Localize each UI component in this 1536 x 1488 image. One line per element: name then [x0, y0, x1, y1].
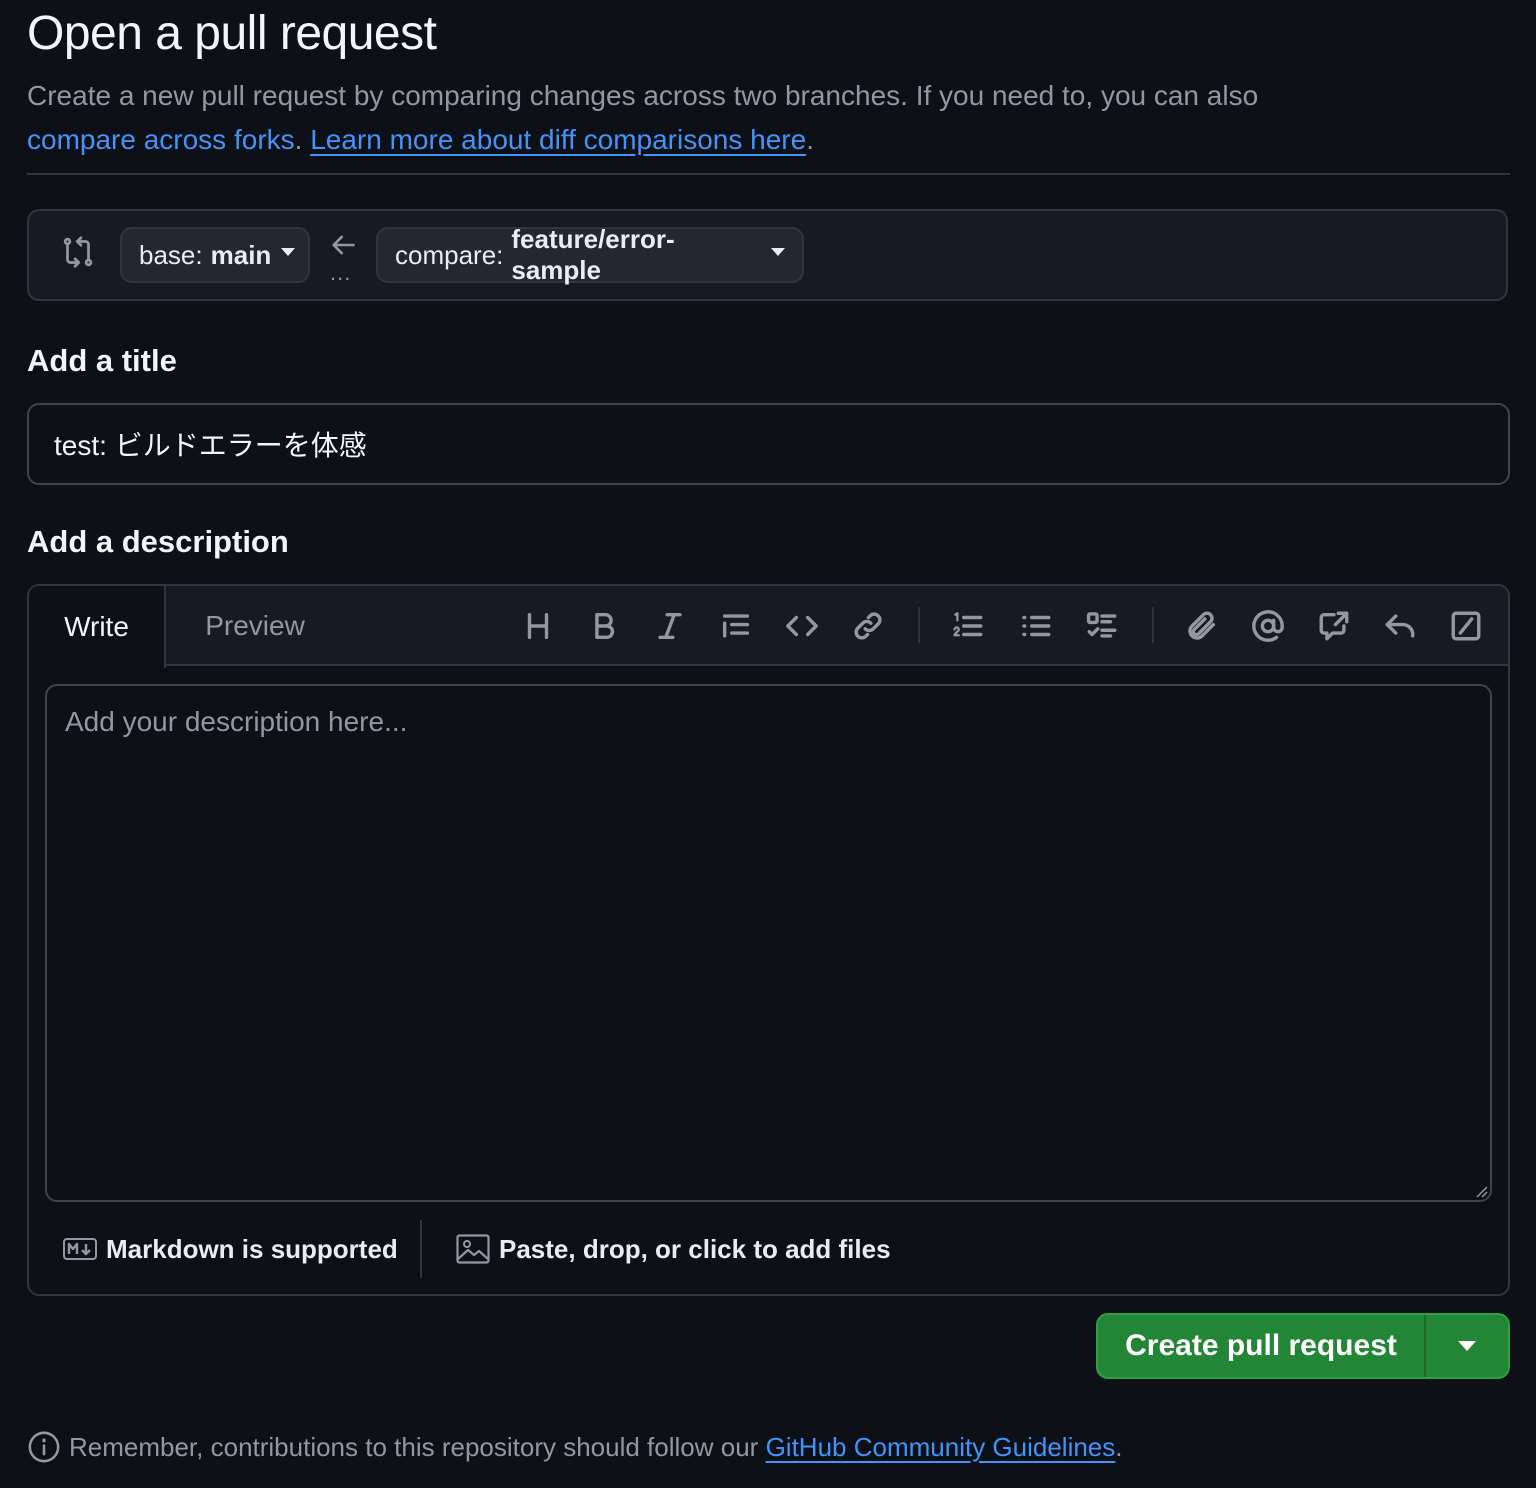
base-prefix: base:: [139, 239, 203, 270]
base-branch-select[interactable]: base: main: [120, 227, 310, 283]
resize-handle-icon[interactable]: [1474, 1184, 1488, 1198]
range-dots: ...: [330, 260, 352, 285]
heading-icon[interactable]: [514, 602, 562, 650]
ordered-list-icon[interactable]: [944, 602, 992, 650]
tab-write[interactable]: Write: [29, 586, 166, 668]
compare-forks-link[interactable]: compare across forks: [27, 124, 295, 155]
bold-icon[interactable]: [580, 602, 628, 650]
add-files-button[interactable]: Paste, drop, or click to add files: [456, 1230, 891, 1268]
compare-branch-select[interactable]: compare: feature/error-sample: [376, 224, 804, 285]
code-icon[interactable]: [778, 602, 826, 650]
header-divider: [27, 173, 1510, 175]
git-compare-icon[interactable]: [60, 234, 96, 270]
italic-icon[interactable]: [646, 602, 694, 650]
markdown-icon: [63, 1238, 97, 1260]
toolbar-divider: [918, 607, 920, 643]
info-icon: [28, 1431, 60, 1463]
task-list-icon[interactable]: [1078, 602, 1126, 650]
link-icon[interactable]: [844, 602, 892, 650]
tab-preview[interactable]: Preview: [170, 586, 340, 666]
mention-icon[interactable]: [1244, 602, 1292, 650]
chevron-down-icon: [771, 248, 785, 256]
triangle-down-icon: [1458, 1341, 1476, 1351]
description-textarea[interactable]: [45, 684, 1492, 1202]
base-branch-value: main: [210, 239, 272, 270]
title-label: Add a title: [27, 343, 177, 378]
title-input[interactable]: [27, 403, 1510, 485]
create-options-dropdown[interactable]: [1426, 1315, 1508, 1377]
intro-description: Create a new pull request by comparing c…: [27, 80, 1259, 111]
community-guidelines-link[interactable]: GitHub Community Guidelines: [766, 1432, 1116, 1463]
files-note: Paste, drop, or click to add files: [499, 1233, 891, 1264]
quote-icon[interactable]: [712, 602, 760, 650]
compare-prefix: compare:: [395, 239, 504, 270]
intro-text: Create a new pull request by comparing c…: [27, 80, 1259, 155]
learn-more-link[interactable]: Learn more about diff comparisons here: [310, 124, 806, 155]
markdown-note: Markdown is supported: [106, 1233, 398, 1264]
arrow-left-icon: [332, 235, 355, 255]
slash-command-icon[interactable]: [1442, 602, 1490, 650]
toolbar-divider: [1152, 607, 1154, 643]
reminder-text: Remember, contributions to this reposito…: [69, 1431, 759, 1462]
compare-branch-value: feature/error-sample: [511, 224, 675, 285]
footer-divider: [420, 1220, 422, 1278]
description-label: Add a description: [27, 524, 289, 559]
image-icon: [456, 1234, 490, 1264]
saved-reply-icon[interactable]: [1376, 602, 1424, 650]
create-pull-request-button[interactable]: Create pull request: [1098, 1315, 1424, 1377]
page-title: Open a pull request: [27, 7, 437, 60]
community-reminder: Remember, contributions to this reposito…: [27, 1428, 1123, 1466]
unordered-list-icon[interactable]: [1012, 602, 1060, 650]
markdown-supported[interactable]: Markdown is supported: [63, 1230, 398, 1268]
attach-icon[interactable]: [1178, 602, 1226, 650]
chevron-down-icon: [281, 248, 296, 256]
reference-icon[interactable]: [1310, 602, 1358, 650]
